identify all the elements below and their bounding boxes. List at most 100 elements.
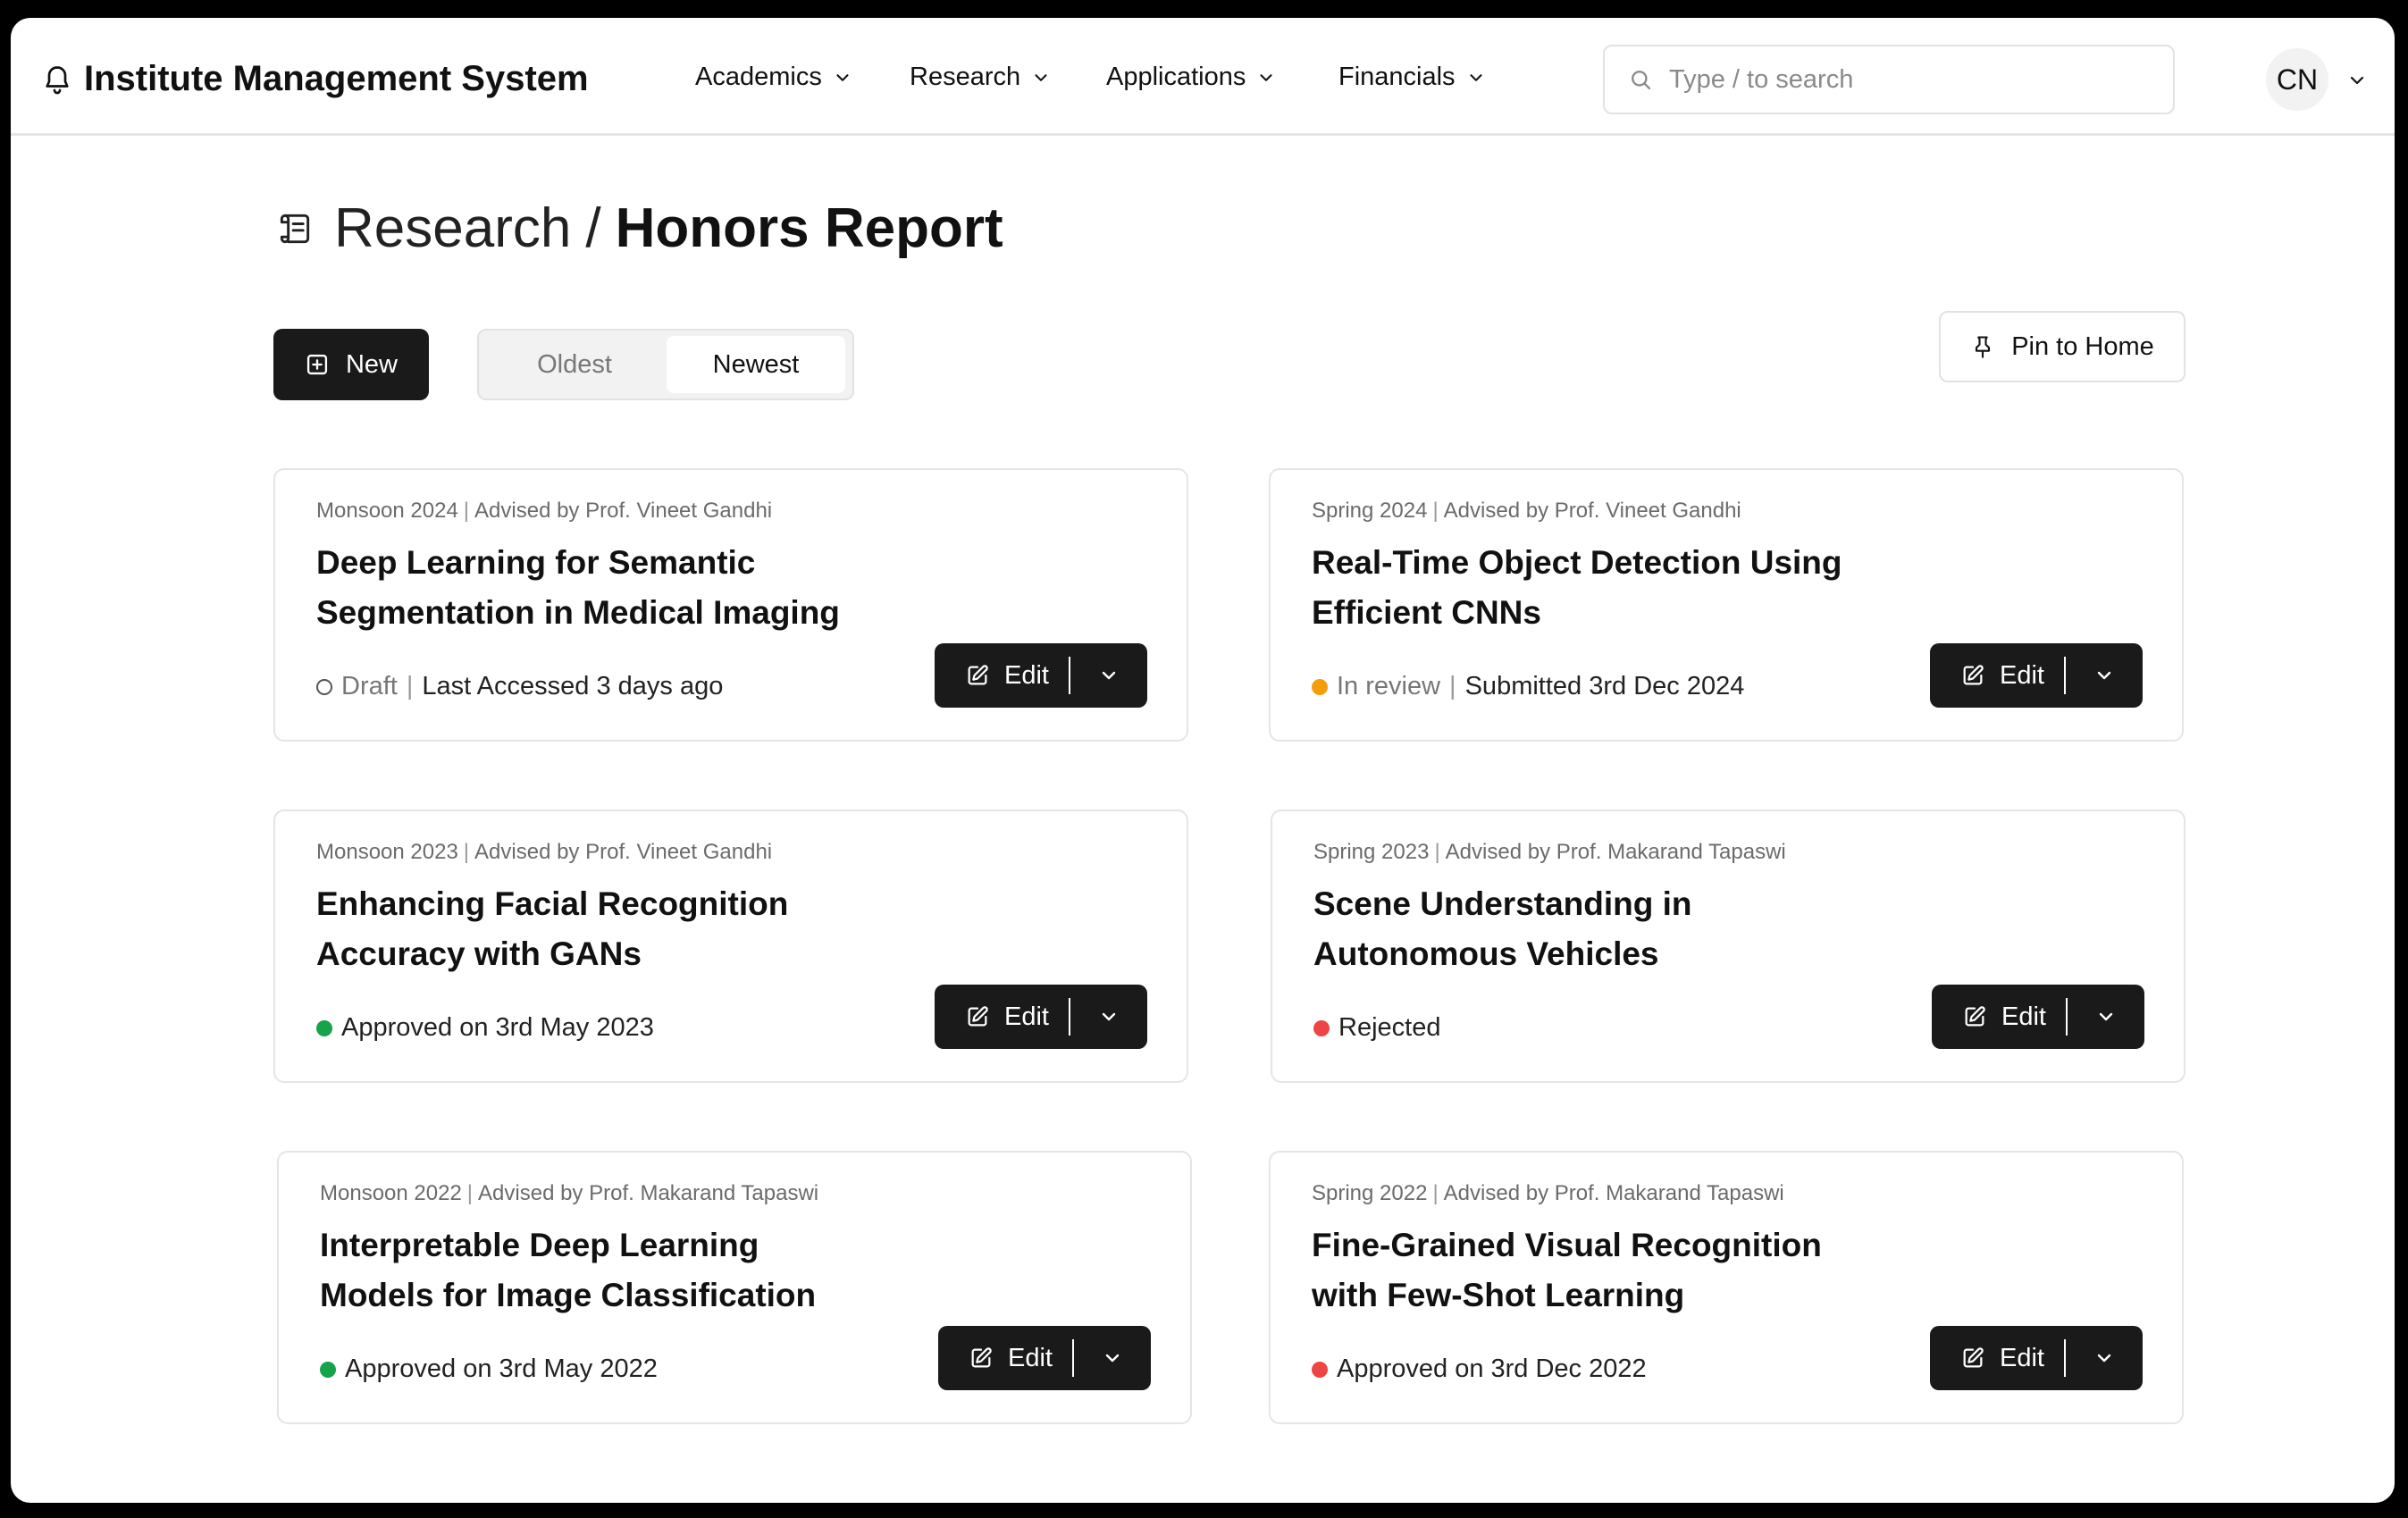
edit-options-dropdown[interactable]: [1070, 985, 1147, 1049]
sort-newest-option[interactable]: Newest: [667, 336, 845, 393]
plus-square-icon: [306, 354, 328, 375]
report-card: Monsoon 2023 | Advised by Prof. Vineet Gan…: [273, 809, 1188, 1083]
breadcrumb: Research / Honors Report: [275, 197, 1003, 260]
edit-icon: [968, 1006, 988, 1027]
card-title-line: Models for Image Classification: [320, 1277, 817, 1313]
chevron-down-icon: [1035, 73, 1047, 81]
status-badge: Rejected: [1338, 1013, 1441, 1042]
card-meta: Monsoon 2024 | Advised by Prof. Vineet Gan…: [316, 499, 772, 524]
scroll-icon: [280, 214, 310, 243]
edit-button-label: Edit: [1004, 1002, 1049, 1031]
card-title-line: Accuracy with GANs: [316, 935, 642, 972]
status-divider: |: [1449, 672, 1456, 700]
edit-button[interactable]: Edit: [938, 1326, 1072, 1390]
edit-button-label: Edit: [1004, 660, 1049, 690]
new-report-button[interactable]: New: [273, 329, 429, 400]
card-title[interactable]: Interpretable Deep Learning Models for I…: [320, 1220, 892, 1321]
status-dot: [1312, 678, 1328, 695]
card-status: Approved on 3rd May 2022 |: [320, 1354, 658, 1384]
card-status: In review | Submitted 3rd Dec 2024: [1312, 672, 1744, 701]
pin-icon: [1976, 336, 1991, 358]
top-navigation-bar: Institute Management System Academics Re…: [11, 18, 2395, 136]
card-advisor: Advised by Prof. Vineet Gandhi: [474, 840, 773, 864]
meta-divider: |: [1432, 499, 1439, 523]
edit-split-button: Edit: [1930, 643, 2143, 708]
app-window: Institute Management System Academics Re…: [11, 18, 2395, 1503]
report-card: Spring 2024 | Advised by Prof. Vineet Gand…: [1269, 468, 2184, 742]
edit-icon: [1965, 1006, 1985, 1027]
card-title[interactable]: Scene Understanding in Autonomous Vehicl…: [1313, 879, 1885, 979]
edit-button-label: Edit: [2000, 1343, 2044, 1372]
nav-label: Financials: [1338, 63, 1456, 91]
nav-academics[interactable]: Academics: [695, 63, 852, 92]
breadcrumb-parent[interactable]: Research: [334, 197, 571, 260]
edit-button[interactable]: Edit: [1930, 643, 2064, 708]
pin-to-home-button[interactable]: Pin to Home: [1939, 311, 2186, 382]
status-badge: Approved on 3rd May 2023: [341, 1013, 654, 1042]
card-title-line: Efficient CNNs: [1312, 594, 1541, 631]
edit-button[interactable]: Edit: [1932, 985, 2066, 1049]
card-term: Monsoon 2023: [316, 840, 458, 864]
chevron-down-icon: [1260, 73, 1272, 81]
bell-icon: [46, 65, 69, 94]
card-term: Spring 2023: [1313, 840, 1430, 864]
card-advisor: Advised by Prof. Vineet Gandhi: [474, 499, 773, 523]
card-status: Rejected |: [1313, 1013, 1440, 1043]
edit-icon: [1963, 1347, 1984, 1368]
edit-options-dropdown[interactable]: [2068, 985, 2144, 1049]
status-badge: Approved on 3rd Dec 2022: [1337, 1354, 1647, 1383]
nav-applications[interactable]: Applications: [1106, 63, 1276, 92]
search-icon: [1632, 71, 1651, 90]
nav-research[interactable]: Research: [910, 63, 1051, 92]
card-title-line: Deep Learning for Semantic: [316, 544, 756, 581]
card-title[interactable]: Deep Learning for Semantic Segmentation …: [316, 538, 888, 638]
edit-button[interactable]: Edit: [935, 643, 1069, 708]
card-meta: Spring 2022 | Advised by Prof. Makarand Ta…: [1312, 1181, 1784, 1206]
edit-options-dropdown[interactable]: [2066, 643, 2143, 708]
edit-button[interactable]: Edit: [1930, 1326, 2064, 1390]
card-advisor: Advised by Prof. Makarand Tapaswi: [1445, 840, 1786, 864]
chevron-down-icon: [2097, 671, 2111, 680]
app-logo[interactable]: Institute Management System: [41, 59, 589, 99]
edit-button-label: Edit: [2000, 660, 2044, 690]
nav-label: Research: [910, 63, 1021, 91]
user-avatar[interactable]: CN: [2266, 48, 2328, 111]
status-detail: Last Accessed 3 days ago: [422, 672, 724, 700]
card-title[interactable]: Real-Time Object Detection Using Efficie…: [1312, 538, 1884, 638]
card-meta: Monsoon 2023 | Advised by Prof. Vineet Gan…: [316, 840, 772, 865]
card-title-line: Real-Time Object Detection Using: [1312, 544, 1842, 581]
meta-divider: |: [463, 499, 470, 523]
edit-split-button: Edit: [938, 1326, 1151, 1390]
edit-options-dropdown[interactable]: [1070, 643, 1147, 708]
card-status: Approved on 3rd Dec 2022 |: [1312, 1354, 1647, 1384]
edit-options-dropdown[interactable]: [2066, 1326, 2143, 1390]
meta-divider: |: [1434, 840, 1440, 864]
status-badge: Draft: [341, 672, 398, 700]
search-input[interactable]: [1667, 63, 2153, 96]
report-card: Monsoon 2022 | Advised by Prof. Makarand T…: [277, 1151, 1192, 1424]
card-title[interactable]: Fine-Grained Visual Recognition with Few…: [1312, 1220, 1884, 1321]
edit-split-button: Edit: [1932, 985, 2144, 1049]
card-term: Monsoon 2024: [316, 499, 458, 523]
edit-options-dropdown[interactable]: [1074, 1326, 1151, 1390]
card-title-line: Autonomous Vehicles: [1313, 935, 1659, 972]
meta-divider: |: [1432, 1181, 1439, 1205]
sort-toggle: Oldest Newest: [477, 329, 854, 400]
chevron-down-icon: [836, 73, 849, 81]
chevron-down-icon[interactable]: [2346, 70, 2368, 91]
edit-button-label: Edit: [1008, 1343, 1053, 1372]
edit-icon: [1963, 665, 1984, 685]
card-title[interactable]: Enhancing Facial Recognition Accuracy wi…: [316, 879, 888, 979]
card-title-line: Enhancing Facial Recognition: [316, 885, 789, 922]
sort-oldest-option[interactable]: Oldest: [484, 336, 665, 393]
new-button-label: New: [345, 349, 398, 379]
card-meta: Monsoon 2022 | Advised by Prof. Makarand T…: [320, 1181, 818, 1206]
search-box: [1603, 45, 2175, 114]
status-dot: [316, 678, 332, 695]
status-badge: Approved on 3rd May 2022: [345, 1354, 658, 1383]
nav-financials[interactable]: Financials: [1338, 63, 1486, 92]
chevron-down-icon: [2099, 1012, 2113, 1021]
edit-button[interactable]: Edit: [935, 985, 1069, 1049]
meta-divider: |: [463, 840, 470, 864]
page-title: Honors Report: [615, 197, 1003, 259]
